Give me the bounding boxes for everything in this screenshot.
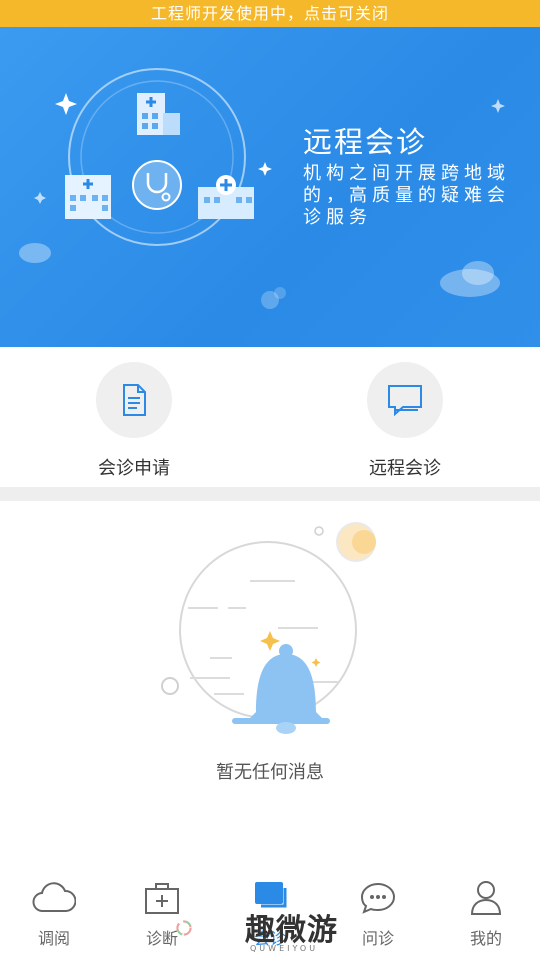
- tab-review-label: 调阅: [37, 929, 70, 948]
- quick-actions: 会诊申请 远程会诊: [0, 347, 540, 487]
- consult-apply-button[interactable]: 会诊申请: [54, 362, 214, 482]
- watermark-brand: 趣微游: [245, 913, 338, 948]
- empty-message: 暂无任何消息: [216, 762, 324, 783]
- chat-icon: [356, 876, 400, 920]
- remote-consult-button[interactable]: 远程会诊: [325, 362, 485, 482]
- chat-bubble-icon: [367, 362, 443, 438]
- tab-review[interactable]: 调阅: [0, 870, 108, 960]
- tab-inquiry[interactable]: 问诊: [324, 870, 432, 960]
- user-icon: [464, 876, 508, 920]
- tab-profile-label: 我的: [469, 929, 502, 948]
- tab-profile[interactable]: 我的: [432, 870, 540, 960]
- cloud-icon: [32, 876, 76, 920]
- dev-mode-bar[interactable]: 工程师开发使用中，点击可关闭: [0, 0, 540, 27]
- banner-title: 远程会诊: [303, 125, 428, 159]
- bell-icon: [161, 522, 376, 734]
- banner-description: 机构之间开展跨地域的，高质量的疑难会诊服务: [303, 163, 510, 228]
- document-icon: [96, 362, 172, 438]
- section-divider: [0, 487, 540, 501]
- watermark-sub: QUWEIYOU: [250, 944, 319, 953]
- remote-consult-label: 远程会诊: [369, 458, 441, 479]
- remote-consult-banner: 远程会诊 机构之间开展跨地域的，高质量的疑难会诊服务: [0, 27, 540, 347]
- watermark-logo: [176, 920, 192, 936]
- consult-apply-label: 会诊申请: [98, 458, 170, 479]
- tab-inquiry-label: 问诊: [361, 929, 394, 948]
